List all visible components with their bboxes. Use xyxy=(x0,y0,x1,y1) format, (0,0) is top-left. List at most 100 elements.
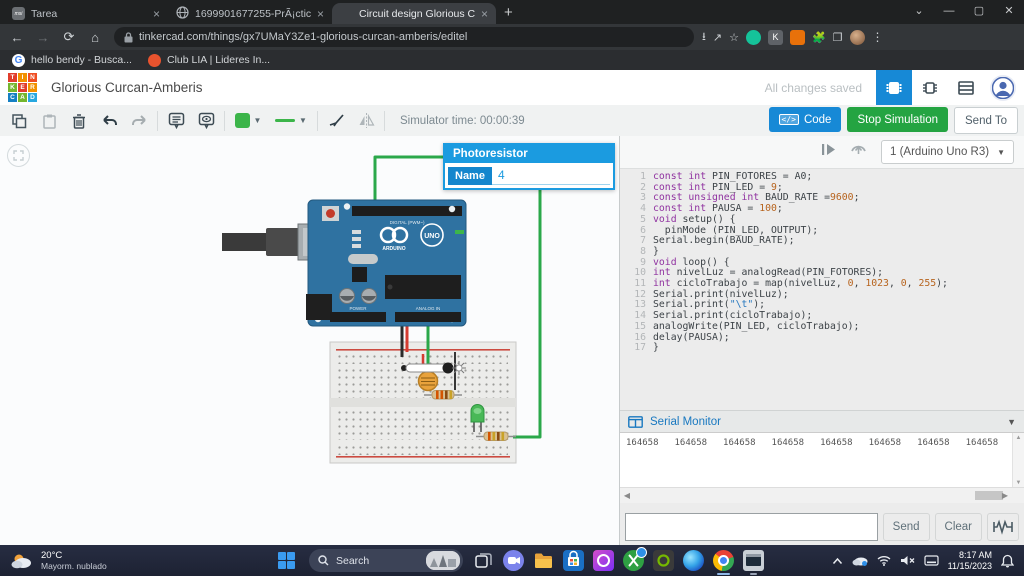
name-input[interactable]: 4 xyxy=(492,166,610,185)
wire-style-dropdown[interactable]: ▼ xyxy=(268,108,314,134)
tray-chevron-icon[interactable] xyxy=(832,557,843,565)
grammarly-extension-icon[interactable] xyxy=(746,30,761,45)
screen: msi Tarea × 1699901677255-PrÃ¡ctica 10. … xyxy=(0,0,1024,576)
window-minimize-icon[interactable]: — xyxy=(934,0,964,24)
send-to-button[interactable]: Send To xyxy=(954,107,1018,134)
flip-button[interactable] xyxy=(351,108,381,134)
redo-button[interactable] xyxy=(124,108,154,134)
upload-run-icon[interactable] xyxy=(850,143,867,161)
tab-practica[interactable]: 1699901677255-PrÃ¡ctica 10. Fot × xyxy=(168,3,332,24)
k-extension-icon[interactable]: K xyxy=(768,30,783,45)
tinkercad-logo[interactable]: TIN KER CAD xyxy=(8,73,37,102)
home-icon[interactable]: ⌂ xyxy=(82,30,108,45)
board-selector-dropdown[interactable]: 1 (Arduino Uno R3) ▼ xyxy=(881,140,1014,164)
profile-avatar[interactable] xyxy=(850,30,865,45)
onedrive-icon[interactable] xyxy=(852,555,868,566)
forward-icon[interactable]: → xyxy=(30,30,56,45)
window-menu-icon[interactable]: ⌄ xyxy=(904,0,934,24)
svg-text:ARDUINO: ARDUINO xyxy=(382,246,405,252)
start-button[interactable] xyxy=(278,552,295,569)
edge-button[interactable] xyxy=(683,550,704,571)
scroll-up-icon[interactable]: ▲ xyxy=(1016,435,1022,441)
share-icon[interactable]: ↗ xyxy=(713,31,722,44)
collapse-caret-icon[interactable]: ▼ xyxy=(1007,417,1016,427)
bookmark-star-icon[interactable]: ☆ xyxy=(729,31,739,44)
reload-icon[interactable]: ⟳ xyxy=(56,29,82,45)
undo-icon xyxy=(101,114,118,128)
breadboard-view-button[interactable] xyxy=(876,70,912,105)
back-icon[interactable]: ← xyxy=(4,30,30,45)
volume-muted-icon[interactable] xyxy=(900,555,915,566)
bookmark-item[interactable]: G hello bendy - Busca... xyxy=(12,54,132,67)
serial-monitor-header[interactable]: Serial Monitor ▼ xyxy=(620,410,1024,433)
xbox-button[interactable] xyxy=(623,550,644,571)
search-highlight-image xyxy=(426,551,460,570)
serial-monitor-output[interactable]: 1646581646581646581646581646581646581646… xyxy=(620,432,1024,488)
scroll-left-icon[interactable]: ◀ xyxy=(620,488,634,502)
tab-circuit-design[interactable]: Circuit design Glorious Curcan- × xyxy=(332,3,496,24)
vertical-scrollbar[interactable]: ▲ ▼ xyxy=(1012,433,1024,488)
send-button[interactable]: Send xyxy=(883,513,930,541)
circuit-canvas[interactable]: DIGITAL (PWM~) ARDUINO UNO xyxy=(0,136,619,545)
schematic-view-button[interactable] xyxy=(912,70,948,105)
notes-button[interactable] xyxy=(161,108,191,134)
toggle-notes-visibility-button[interactable] xyxy=(191,108,221,134)
chrome-menu-icon[interactable]: ⋮ xyxy=(872,30,884,44)
clipchamp-button[interactable] xyxy=(593,550,614,571)
scroll-down-icon[interactable]: ▼ xyxy=(1016,480,1022,486)
code-button[interactable]: </> Code xyxy=(769,107,842,132)
stop-simulation-button[interactable]: Stop Simulation xyxy=(847,107,948,132)
extensions-puzzle-icon[interactable]: 🧩 xyxy=(812,31,826,44)
weather-widget[interactable]: 20°C Mayorm. nublado xyxy=(10,550,160,571)
color-picker-dropdown[interactable]: ▼ xyxy=(228,108,268,134)
copy-button[interactable] xyxy=(4,108,34,134)
language-input-icon[interactable] xyxy=(924,555,939,566)
debugger-icon[interactable] xyxy=(821,143,836,161)
window-close-icon[interactable]: ✕ xyxy=(994,0,1024,24)
list-view-button[interactable] xyxy=(948,70,984,105)
file-explorer-button[interactable] xyxy=(533,550,554,571)
microsoft-store-button[interactable] xyxy=(563,550,584,571)
svg-text:ANALOG IN: ANALOG IN xyxy=(416,306,441,311)
circuit-drawing[interactable]: DIGITAL (PWM~) ARDUINO UNO xyxy=(0,136,619,545)
task-view-button[interactable] xyxy=(473,550,494,571)
taskbar-search[interactable]: Search xyxy=(309,549,463,572)
chat-button[interactable] xyxy=(503,550,524,571)
undo-button[interactable] xyxy=(94,108,124,134)
clock[interactable]: 8:17 AM 11/15/2023 xyxy=(948,550,992,572)
serial-input[interactable] xyxy=(625,513,878,541)
tab-tarea[interactable]: msi Tarea × xyxy=(4,3,168,24)
zoom-to-fit-button[interactable] xyxy=(7,144,30,167)
notifications-bell-icon[interactable] xyxy=(1001,554,1014,568)
wire-tool-button[interactable] xyxy=(321,108,351,134)
side-panel-icon[interactable]: ❐ xyxy=(833,31,843,44)
code-editor[interactable]: 1const int PIN_FOTORES = A0;2const int P… xyxy=(620,168,1024,414)
tab-close-icon[interactable]: × xyxy=(481,8,488,20)
delete-button[interactable] xyxy=(64,108,94,134)
brightness-slider[interactable] xyxy=(401,363,454,374)
photoresistor-inspector[interactable]: Photoresistor Name 4 xyxy=(443,143,615,190)
arduino-uno-board[interactable]: DIGITAL (PWM~) ARDUINO UNO xyxy=(222,200,466,326)
remote-window-button[interactable] xyxy=(743,550,764,571)
bookmark-item[interactable]: Club LIA | Lideres In... xyxy=(148,54,270,67)
paste-button[interactable] xyxy=(34,108,64,134)
clear-button[interactable]: Clear xyxy=(935,513,982,541)
design-title[interactable]: Glorious Curcan-Amberis xyxy=(51,80,203,95)
orange-extension-icon[interactable] xyxy=(790,30,805,45)
graph-toggle-button[interactable] xyxy=(987,513,1019,541)
chrome-button[interactable] xyxy=(713,550,734,571)
nvidia-button[interactable] xyxy=(653,550,674,571)
tab-close-icon[interactable]: × xyxy=(153,8,160,20)
wifi-icon[interactable] xyxy=(877,555,891,566)
horizontal-scrollbar[interactable]: ◀ ▶ xyxy=(620,487,1024,503)
code-panel-toolbar: 1 (Arduino Uno R3) ▼ xyxy=(620,136,1024,169)
new-tab-button[interactable]: + xyxy=(504,4,513,21)
window-maximize-icon[interactable]: ▢ xyxy=(964,0,994,24)
user-avatar[interactable] xyxy=(990,75,1016,101)
address-bar[interactable]: tinkercad.com/things/gx7UMaY3Ze1-gloriou… xyxy=(114,27,694,47)
tab-close-icon[interactable]: × xyxy=(317,8,324,20)
code-button-label: Code xyxy=(804,114,832,126)
scroll-right-icon[interactable]: ▶ xyxy=(998,488,1012,502)
download-icon[interactable]: ⭳ xyxy=(702,28,706,47)
save-status: All changes saved xyxy=(765,81,862,95)
